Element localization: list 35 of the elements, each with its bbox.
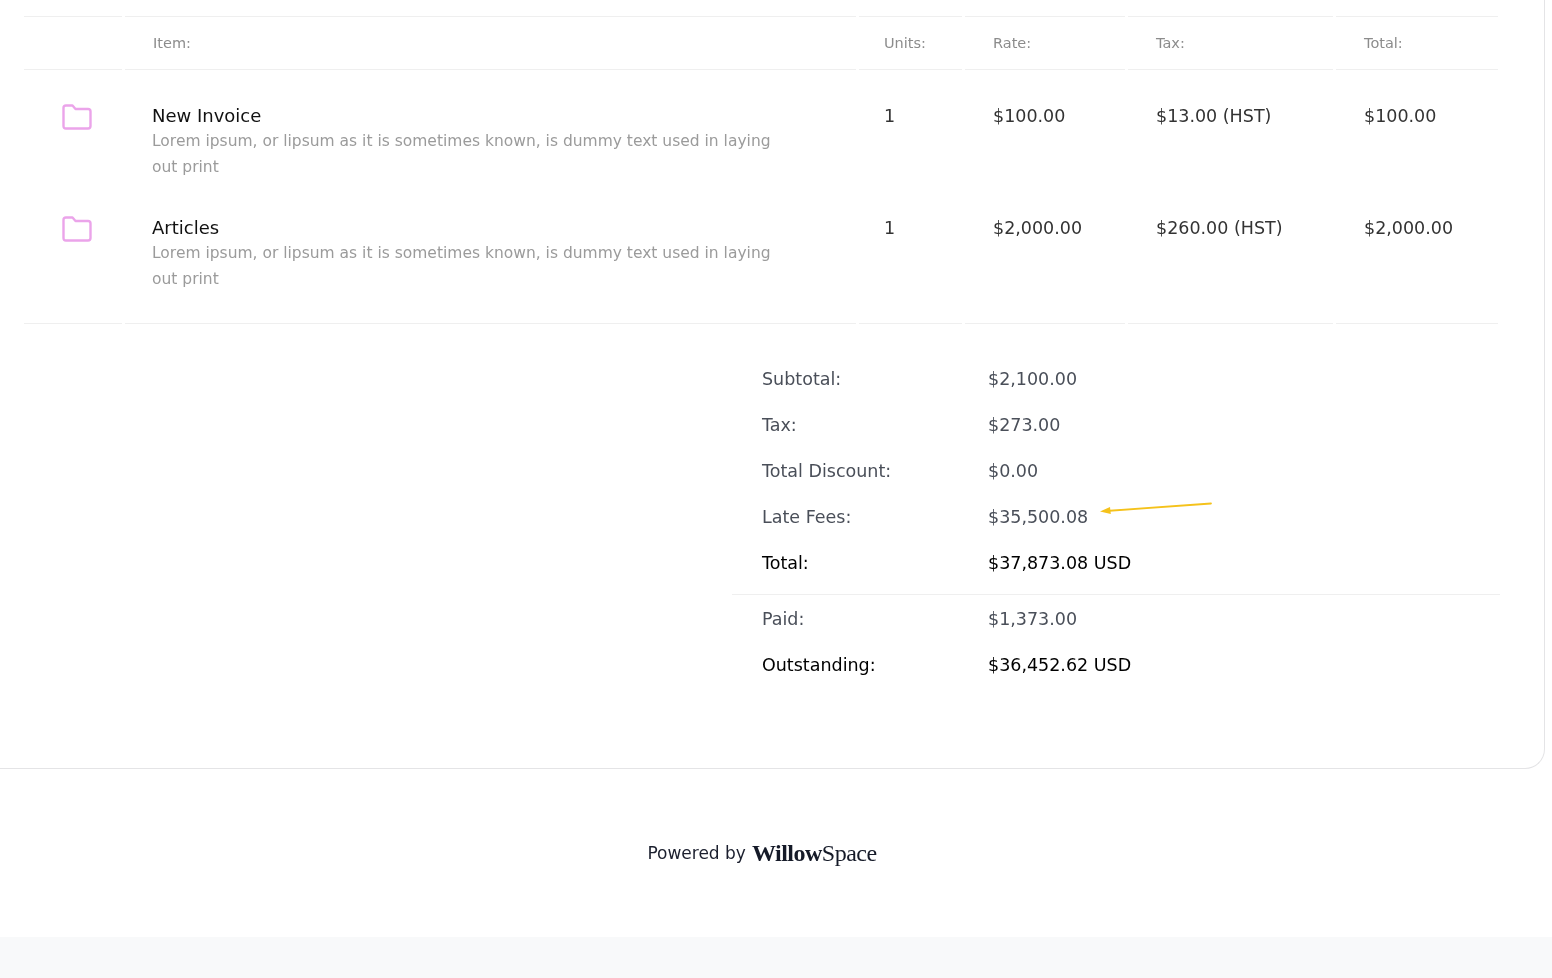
summary-label: Total: xyxy=(762,553,810,573)
column-header: Rate: xyxy=(993,35,1032,51)
item-title: New Invoice xyxy=(152,104,263,128)
column-header: Item: xyxy=(153,35,191,51)
item-title: Articles xyxy=(152,216,221,240)
tax-cell: $13.00 (HST) xyxy=(1156,106,1272,126)
summary-label: Total Discount: xyxy=(762,461,893,481)
total-cell: $100.00 xyxy=(1364,106,1437,126)
rate-cell: $100.00 xyxy=(993,106,1066,126)
summary-label: Outstanding: xyxy=(762,655,877,675)
summary-value: $2,100.00 xyxy=(988,369,1078,389)
units-cell: 1 xyxy=(884,218,896,238)
rate-cell: $2,000.00 xyxy=(993,218,1083,238)
folder-icon xyxy=(61,103,93,131)
summary-label: Tax: xyxy=(762,415,798,435)
summary-value: $36,452.62 USD xyxy=(988,655,1132,675)
folder-icon xyxy=(61,215,93,243)
column-header: Total: xyxy=(1364,35,1403,51)
powered-by-text: Powered by xyxy=(647,843,746,863)
summary-label: Subtotal: xyxy=(762,369,843,389)
summary-value: $273.00 xyxy=(988,415,1061,435)
column-header: Units: xyxy=(884,35,926,51)
summary-value: $37,873.08 USD xyxy=(988,553,1132,573)
column-header: Tax: xyxy=(1156,35,1185,51)
brand-logo: WillowSpace xyxy=(751,839,877,867)
tax-cell: $260.00 (HST) xyxy=(1156,218,1283,238)
total-cell: $2,000.00 xyxy=(1364,218,1454,238)
units-cell: 1 xyxy=(884,106,896,126)
item-description: Lorem ipsum, or lipsum as it is sometimes known, is dummy text used in laying out print xyxy=(152,243,772,290)
summary-value: $35,500.08 xyxy=(988,507,1089,527)
summary-label: Late Fees: xyxy=(762,507,853,527)
summary-value: $1,373.00 xyxy=(988,609,1078,629)
summary-label: Paid: xyxy=(762,609,806,629)
item-description: Lorem ipsum, or lipsum as it is sometimes known, is dummy text used in laying out print xyxy=(152,131,772,178)
summary-value: $0.00 xyxy=(988,461,1039,481)
